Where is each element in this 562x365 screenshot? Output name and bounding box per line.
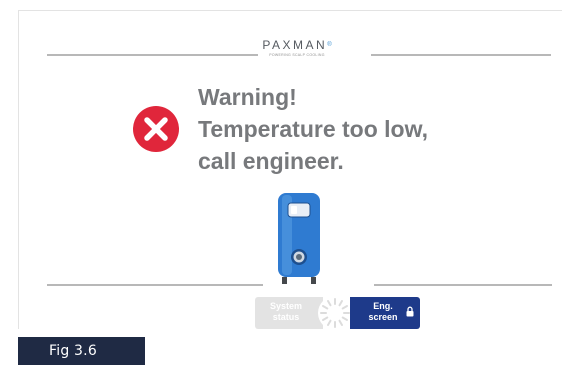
eng-screen-label: Eng. screen <box>368 301 398 322</box>
warning-title: Warning! <box>198 84 297 110</box>
footer-divider-left <box>47 284 263 286</box>
brand-tagline: POWERING SCALP COOLING <box>269 53 325 57</box>
warning-line: call engineer. <box>198 148 344 174</box>
error-x-icon <box>133 106 179 152</box>
system-status-label: status <box>272 312 300 322</box>
eng-screen-button[interactable]: Eng. screen <box>350 297 420 329</box>
warning-message: Warning! Temperature too low, call engin… <box>198 81 428 177</box>
figure-caption: Fig 3.6 <box>18 337 145 365</box>
cooling-machine-icon <box>278 193 320 284</box>
system-status-button[interactable]: System status <box>255 297 323 329</box>
header-divider-left <box>47 54 258 56</box>
system-status-label: System <box>269 301 303 311</box>
header-divider-right <box>371 54 551 56</box>
brand-logo: PAXMAN® POWERING SCALP COOLING <box>245 38 349 58</box>
lock-icon <box>406 306 414 317</box>
brand-name: PAXMAN® <box>262 38 332 52</box>
footer-divider-right <box>374 284 552 286</box>
warning-line: Temperature too low, <box>198 116 429 142</box>
device-screen: PAXMAN® POWERING SCALP COOLING Warning! … <box>18 10 562 330</box>
loading-spinner-icon <box>318 296 352 330</box>
